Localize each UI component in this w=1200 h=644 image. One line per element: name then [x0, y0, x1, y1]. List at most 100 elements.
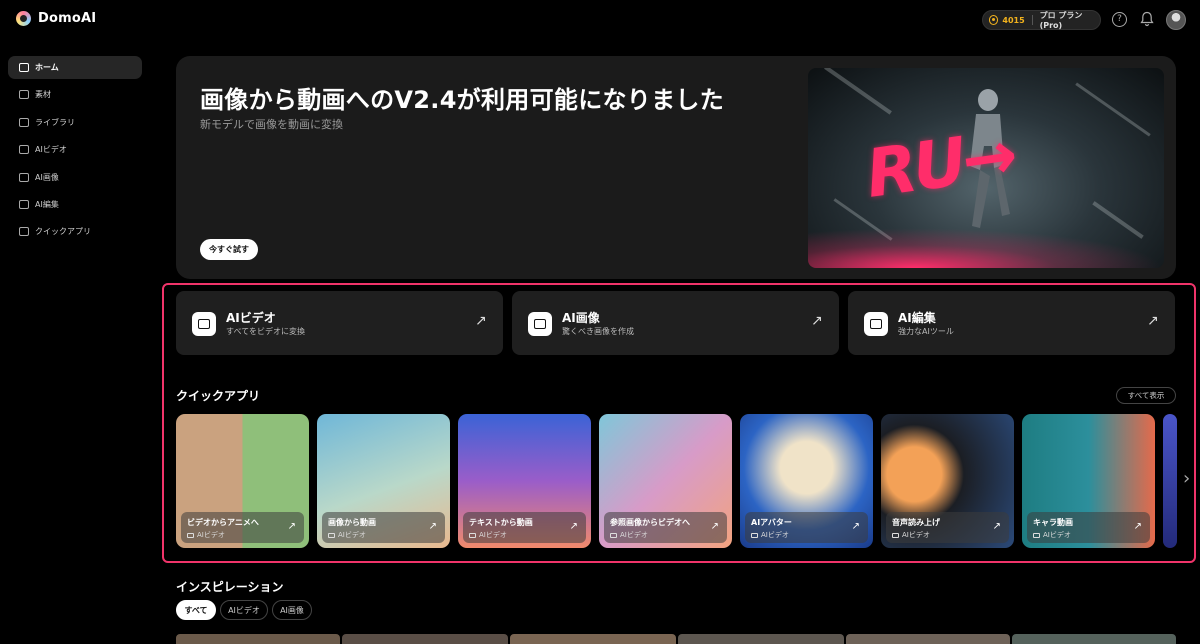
quick-app-card[interactable]: AIアバター AIビデオ ↗ [740, 414, 873, 548]
quick-app-name: 参照画像からビデオへ [610, 518, 690, 527]
quick-app-card-partial[interactable] [1163, 414, 1177, 548]
quick-app-card[interactable]: テキストから動画 AIビデオ ↗ [458, 414, 591, 548]
quick-app-label: ビデオからアニメへ AIビデオ ↗ [181, 512, 304, 543]
edit-icon [19, 199, 29, 209]
hero-subtitle: 新モデルで画像を動画に変換 [200, 118, 343, 131]
sidebar-item-ai-video[interactable]: AIビデオ [8, 138, 142, 161]
bell-icon[interactable] [1140, 11, 1154, 27]
quick-app-label: キャラ動画 AIビデオ ↗ [1027, 512, 1150, 543]
asset-icon [19, 90, 29, 100]
quick-app-name: ビデオからアニメへ [187, 518, 259, 527]
quick-app-name: 音声読み上げ [892, 518, 940, 527]
credit-count: 4015 [1002, 15, 1025, 25]
sidebar-item-label: ライブラリ [35, 117, 75, 127]
arrow-up-right-icon: ↗ [428, 521, 437, 532]
quick-app-category: AIビデオ [328, 530, 366, 540]
inspiration-thumb[interactable] [510, 634, 676, 644]
feature-card-ai-image[interactable]: AI画像 驚くべき画像を作成 ↗ [512, 291, 839, 355]
arrow-up-right-icon: ↗ [710, 521, 719, 532]
feature-card-ai-edit[interactable]: AI編集 強力なAIツール ↗ [848, 291, 1175, 355]
sidebar-item-home[interactable]: ホーム [8, 56, 142, 79]
sidebar-item-label: AI画像 [35, 172, 59, 182]
arrow-up-right-icon: ↗ [851, 521, 860, 532]
hero-image: RU→ [808, 68, 1164, 268]
divider [1031, 15, 1033, 25]
hero-title: 画像から動画へのV2.4が利用可能になりました [200, 86, 724, 114]
help-icon[interactable]: ? [1112, 12, 1127, 27]
chevron-right-icon[interactable]: › [1183, 468, 1191, 490]
quick-app-category: AIビデオ [469, 530, 507, 540]
video-icon [187, 532, 194, 538]
feature-desc: すべてをビデオに変換 [226, 327, 305, 336]
sidebar-item-ai-edit[interactable]: AI編集 [8, 193, 142, 216]
arrow-up-right-icon: ↗ [811, 313, 823, 329]
splash [808, 228, 1164, 268]
app-name: DomoAI [38, 11, 97, 26]
arrow-up-right-icon: ↗ [569, 521, 578, 532]
sidebar-item-library[interactable]: ライブラリ [8, 111, 142, 134]
quick-app-label: 画像から動画 AIビデオ ↗ [322, 512, 445, 543]
quick-app-category: AIビデオ [610, 530, 648, 540]
video-icon [1033, 532, 1040, 538]
video-icon [192, 312, 216, 336]
credits-plan-badge[interactable]: 4015 プロ プラン(Pro) [982, 10, 1101, 30]
show-all-button[interactable]: すべて表示 [1116, 387, 1176, 404]
quick-app-label: 参照画像からビデオへ AIビデオ ↗ [604, 512, 727, 543]
feature-desc: 強力なAIツール [898, 327, 954, 336]
plan-label: プロ プラン(Pro) [1039, 11, 1083, 30]
sidebar-item-ai-image[interactable]: AI画像 [8, 166, 142, 189]
quick-app-category: AIビデオ [1033, 530, 1071, 540]
inspiration-thumb[interactable] [1012, 634, 1176, 644]
filter-chip-ai-video[interactable]: AIビデオ [220, 600, 268, 620]
feature-card-ai-video[interactable]: AIビデオ すべてをビデオに変換 ↗ [176, 291, 503, 355]
quick-app-category: AIビデオ [892, 530, 930, 540]
quick-apps-title: クイックアプリ [176, 389, 261, 403]
inspiration-title: インスピレーション [176, 580, 284, 594]
inspiration-thumb[interactable] [176, 634, 340, 644]
feature-title: AIビデオ [226, 311, 276, 325]
quick-app-card[interactable]: キャラ動画 AIビデオ ↗ [1022, 414, 1155, 548]
logo-icon [16, 11, 31, 26]
filter-chip-ai-image[interactable]: AI画像 [272, 600, 312, 620]
video-icon [610, 532, 617, 538]
video-icon [751, 532, 758, 538]
quick-app-name: テキストから動画 [469, 518, 533, 527]
quick-app-category: AIビデオ [187, 530, 225, 540]
sidebar-item-quick-apps[interactable]: クイックアプリ [8, 220, 142, 243]
quick-app-card[interactable]: 音声読み上げ AIビデオ ↗ [881, 414, 1014, 548]
sidebar-item-label: 素材 [35, 90, 51, 100]
image-icon [528, 312, 552, 336]
avatar[interactable] [1166, 10, 1186, 30]
inspiration-thumb[interactable] [342, 634, 508, 644]
quick-app-card[interactable]: 画像から動画 AIビデオ ↗ [317, 414, 450, 548]
sidebar-item-label: ホーム [35, 63, 59, 72]
inspiration-thumb[interactable] [846, 634, 1010, 644]
try-now-button[interactable]: 今すぐ試す [200, 239, 258, 260]
quick-app-name: AIアバター [751, 518, 792, 527]
filter-chip-all[interactable]: すべて [176, 600, 216, 620]
sidebar-item-label: AI編集 [35, 199, 59, 209]
home-icon [19, 63, 29, 72]
sidebar: ホーム 素材 ライブラリ AIビデオ AI画像 AI編集 クイックアプリ [8, 56, 142, 248]
video-icon [19, 145, 29, 155]
sidebar-item-label: クイックアプリ [35, 227, 91, 237]
edit-icon [864, 312, 888, 336]
quick-app-name: キャラ動画 [1033, 518, 1073, 527]
hero-banner[interactable]: 画像から動画へのV2.4が利用可能になりました 新モデルで画像を動画に変換 今す… [176, 56, 1176, 279]
sidebar-item-assets[interactable]: 素材 [8, 83, 142, 106]
feature-desc: 驚くべき画像を作成 [562, 327, 634, 336]
quick-app-card[interactable]: 参照画像からビデオへ AIビデオ ↗ [599, 414, 732, 548]
inspiration-thumb[interactable] [678, 634, 844, 644]
quick-app-card[interactable]: ビデオからアニメへ AIビデオ ↗ [176, 414, 309, 548]
quick-app-icon [19, 227, 29, 237]
video-icon [328, 532, 335, 538]
top-bar: DomoAI 4015 プロ プラン(Pro) ? [0, 0, 1200, 40]
library-icon [19, 117, 29, 127]
coin-icon [989, 15, 999, 25]
quick-app-label: テキストから動画 AIビデオ ↗ [463, 512, 586, 543]
quick-app-label: AIアバター AIビデオ ↗ [745, 512, 868, 543]
logo[interactable]: DomoAI [16, 11, 96, 26]
quick-app-category: AIビデオ [751, 530, 789, 540]
feature-title: AI画像 [562, 311, 600, 325]
video-icon [469, 532, 476, 538]
